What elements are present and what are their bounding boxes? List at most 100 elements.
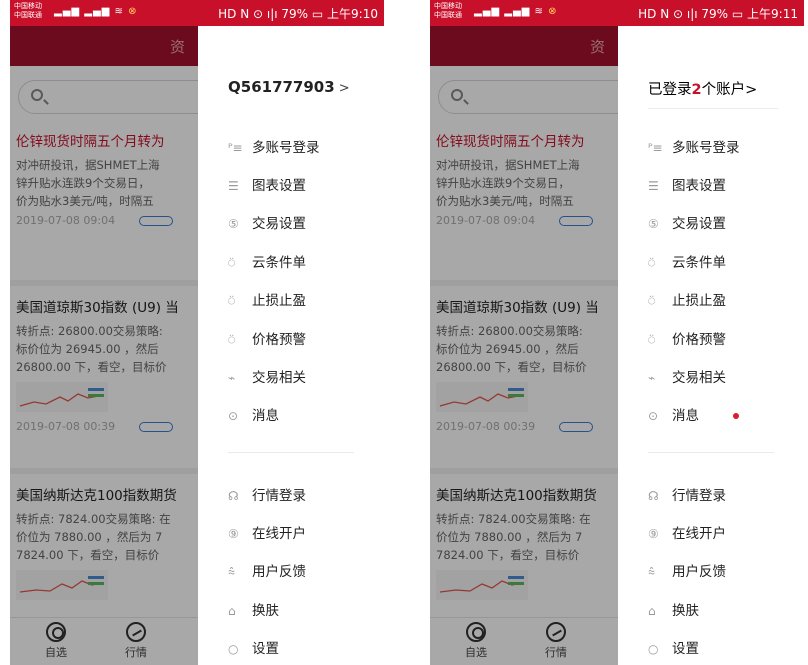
feedback-icon: ⩯: [228, 565, 236, 579]
signal-wifi-icons: ▂▄▆ ▂▄▆ ≋ ⊗: [54, 6, 138, 17]
carrier-line-2: 中国联通: [14, 11, 42, 19]
price-alert-icon: ⍥: [228, 333, 236, 347]
multi-account-icon: ᴾ≡: [648, 141, 663, 155]
side-drawer: 已登录2个账户> ᴾ≡ 多账号登录 ☰ 图表设置 ⑤ 交易设置 ⍥ 云条件单 ⍥ 止损止盈…: [618, 26, 804, 665]
status-right: HD N ⊙ ı|ı 79% ▭ 上午9:10: [218, 7, 378, 21]
carrier-label: 中国移动 中国联通: [434, 2, 462, 20]
menu-label: 交易相关: [252, 370, 306, 386]
menu-label: 消息: [252, 408, 279, 424]
trade-settings-icon: ⑤: [648, 217, 659, 231]
cloud-order-icon: ⍥: [228, 256, 236, 270]
menu-chart-settings[interactable]: ☰ 图表设置: [648, 174, 788, 196]
menu-cloud-order[interactable]: ⍥ 云条件单: [648, 251, 788, 273]
account-switcher[interactable]: 已登录2个账户>: [648, 78, 757, 99]
menu-label: 多账号登录: [672, 140, 740, 156]
carrier-label: 中国移动 中国联通: [14, 2, 42, 20]
menu-trade-settings[interactable]: ⑤ 交易设置: [648, 212, 788, 234]
quote-login-icon: ☊: [648, 489, 659, 503]
settings-icon: ○: [228, 642, 239, 656]
phone-screen-left: 中国移动 中国联通 ▂▄▆ ▂▄▆ ≋ ⊗ HD N ⊙ ı|ı 79% ▭ 上…: [10, 0, 384, 665]
menu-label: 在线开户: [252, 526, 306, 542]
phone-screen-right: 中国移动 中国联通 ▂▄▆ ▂▄▆ ≋ ⊗ HD N ⊙ ı|ı 79% ▭ 上…: [430, 0, 804, 665]
carrier-line-1: 中国移动: [14, 2, 42, 10]
quote-login-icon: ☊: [228, 489, 239, 503]
menu-label: 换肤: [672, 603, 699, 619]
menu-messages[interactable]: ⊙ 消息: [648, 404, 788, 426]
menu-label: 交易相关: [672, 370, 726, 386]
account-id: Q561777903: [228, 78, 335, 96]
menu-trade-related[interactable]: ⌁ 交易相关: [228, 366, 368, 388]
menu-label: 价格预警: [252, 332, 306, 348]
menu-label: 价格预警: [672, 332, 726, 348]
menu-feedback[interactable]: ⩯ 用户反馈: [648, 560, 788, 582]
chevron-right-icon: >: [338, 81, 350, 96]
signal-wifi-icons: ▂▄▆ ▂▄▆ ≋ ⊗: [474, 6, 558, 17]
menu-label: 在线开户: [672, 526, 726, 542]
menu-open-account[interactable]: ⑨ 在线开户: [228, 522, 368, 544]
status-bar: 中国移动 中国联通 ▂▄▆ ▂▄▆ ≋ ⊗ HD N ⊙ ı|ı 79% ▭ 上…: [10, 0, 384, 26]
menu-label: 多账号登录: [252, 140, 320, 156]
menu-trade-settings[interactable]: ⑤ 交易设置: [228, 212, 368, 234]
menu-chart-settings[interactable]: ☰ 图表设置: [228, 174, 368, 196]
menu-stop-loss[interactable]: ⍥ 止损止盈: [228, 289, 368, 311]
trade-settings-icon: ⑤: [228, 217, 239, 231]
message-icon: ⊙: [648, 409, 659, 423]
chart-settings-icon: ☰: [648, 179, 659, 193]
menu-quote-login[interactable]: ☊ 行情登录: [648, 484, 788, 506]
menu-label: 止损止盈: [252, 293, 306, 309]
account-underline: [648, 108, 778, 109]
menu-label: 用户反馈: [672, 564, 726, 580]
menu-messages[interactable]: ⊙ 消息: [228, 404, 368, 426]
menu-cloud-order[interactable]: ⍥ 云条件单: [228, 251, 368, 273]
menu-quote-login[interactable]: ☊ 行情登录: [228, 484, 368, 506]
menu-skin[interactable]: ⌂ 换肤: [648, 599, 788, 621]
open-account-icon: ⑨: [648, 527, 659, 541]
menu-label: 行情登录: [672, 488, 726, 504]
status-bar: 中国移动 中国联通 ▂▄▆ ▂▄▆ ≋ ⊗ HD N ⊙ ı|ı 79% ▭ 上…: [430, 0, 804, 26]
menu-label: 云条件单: [252, 255, 306, 271]
account-switcher[interactable]: Q561777903 >: [228, 78, 350, 96]
account-count: 2: [691, 82, 702, 98]
stop-loss-icon: ⍥: [228, 294, 236, 308]
trade-link-icon: ⌁: [228, 371, 236, 385]
menu-label: 交易设置: [252, 216, 306, 232]
menu-label: 消息: [672, 408, 699, 424]
menu-stop-loss[interactable]: ⍥ 止损止盈: [648, 289, 788, 311]
menu-label: 交易设置: [672, 216, 726, 232]
multi-account-icon: ᴾ≡: [228, 141, 243, 155]
menu-open-account[interactable]: ⑨ 在线开户: [648, 522, 788, 544]
menu-label: 图表设置: [252, 178, 306, 194]
menu-label: 行情登录: [252, 488, 306, 504]
menu-skin[interactable]: ⌂ 换肤: [228, 599, 368, 621]
chart-settings-icon: ☰: [228, 179, 239, 193]
trade-link-icon: ⌁: [648, 371, 656, 385]
settings-icon: ○: [648, 642, 659, 656]
menu-trade-related[interactable]: ⌁ 交易相关: [648, 366, 788, 388]
menu-price-alert[interactable]: ⍥ 价格预警: [228, 328, 368, 350]
account-prefix: 已登录: [648, 82, 692, 98]
message-icon: ⊙: [228, 409, 239, 423]
menu-divider: [228, 452, 354, 453]
menu-price-alert[interactable]: ⍥ 价格预警: [648, 328, 788, 350]
account-suffix: 个账户>: [701, 82, 758, 98]
menu-multi-account-login[interactable]: ᴾ≡ 多账号登录: [648, 136, 788, 158]
menu-label: 设置: [252, 641, 279, 657]
menu-settings[interactable]: ○ 设置: [228, 637, 368, 659]
menu-label: 云条件单: [672, 255, 726, 271]
open-account-icon: ⑨: [228, 527, 239, 541]
menu-feedback[interactable]: ⩯ 用户反馈: [228, 560, 368, 582]
status-right: HD N ⊙ ı|ı 79% ▭ 上午9:11: [638, 7, 798, 21]
skin-icon: ⌂: [228, 604, 236, 618]
menu-label: 止损止盈: [672, 293, 726, 309]
carrier-line-2: 中国联通: [434, 11, 462, 19]
carrier-line-1: 中国移动: [434, 2, 462, 10]
feedback-icon: ⩯: [648, 565, 656, 579]
unread-badge-icon: [733, 413, 739, 419]
menu-divider: [648, 452, 774, 453]
menu-multi-account-login[interactable]: ᴾ≡ 多账号登录: [228, 136, 368, 158]
menu-label: 设置: [672, 641, 699, 657]
menu-settings[interactable]: ○ 设置: [648, 637, 788, 659]
side-drawer: Q561777903 > ᴾ≡ 多账号登录 ☰ 图表设置 ⑤ 交易设置 ⍥ 云条件单 ⍥ 止…: [198, 26, 384, 665]
price-alert-icon: ⍥: [648, 333, 656, 347]
skin-icon: ⌂: [648, 604, 656, 618]
